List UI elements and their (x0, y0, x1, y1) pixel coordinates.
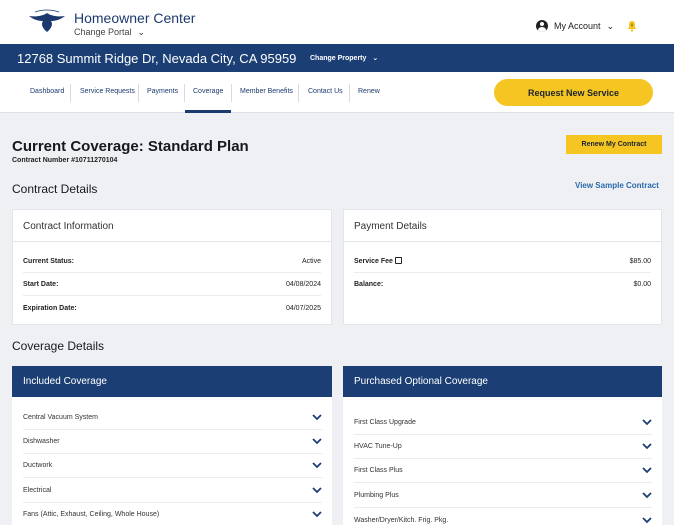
row-value: $85.00 (629, 257, 651, 265)
row-label: Balance: (354, 281, 384, 288)
service-fee-row: Service Fee $85.00 (354, 250, 651, 273)
request-new-service-button[interactable]: Request New Service (494, 79, 653, 106)
notification-bell-icon[interactable] (626, 20, 638, 32)
nav-divider (70, 84, 71, 102)
change-portal-dropdown[interactable]: Change Portal ⌄ (74, 27, 145, 38)
my-account-label: My Account (554, 21, 601, 31)
chevron-down-icon: ⌄ (606, 20, 615, 31)
contract-details-heading: Contract Details (12, 182, 98, 196)
coverage-item[interactable]: Plumbing Plus (354, 484, 652, 508)
coverage-item-label: Washer/Dryer/Kitch. Frig. Pkg. (354, 516, 449, 524)
included-coverage-header: Included Coverage (12, 366, 332, 397)
payment-details-title: Payment Details (344, 210, 661, 242)
chevron-down-icon (312, 414, 322, 421)
contract-information-title: Contract Information (13, 210, 331, 242)
nav-payments[interactable]: Payments (147, 88, 178, 95)
chevron-down-icon (642, 467, 652, 474)
contract-number: Contract Number #10711270104 (12, 157, 118, 164)
contract-information-card: Contract Information Current Status: Act… (12, 209, 332, 325)
chevron-down-icon (642, 443, 652, 450)
contract-status-row: Current Status: Active (23, 250, 321, 273)
coverage-details-heading: Coverage Details (12, 339, 105, 353)
page-title: Current Coverage: Standard Plan (12, 138, 249, 155)
coverage-item[interactable]: Electrical (23, 479, 322, 503)
view-sample-contract-link[interactable]: View Sample Contract (575, 181, 659, 190)
included-coverage-list: Central Vacuum System Dishwasher Ductwor… (12, 397, 332, 525)
nav-dashboard[interactable]: Dashboard (30, 88, 64, 95)
optional-coverage-header: Purchased Optional Coverage (343, 366, 662, 397)
chevron-down-icon (642, 516, 652, 523)
chevron-down-icon (312, 511, 322, 518)
row-label: Expiration Date: (23, 305, 77, 312)
nav-service-requests[interactable]: Service Requests (80, 88, 135, 95)
chevron-down-icon: ⌄ (137, 27, 146, 37)
row-label: Service Fee (354, 258, 393, 265)
coverage-item-label: Electrical (23, 487, 52, 494)
chevron-down-icon: ⌄ (372, 55, 379, 62)
change-portal-label: Change Portal (74, 27, 132, 37)
row-value: $0.00 (633, 281, 651, 288)
my-account-menu[interactable]: My Account ⌄ (536, 20, 614, 32)
active-tab-indicator (185, 110, 231, 113)
row-label: Current Status: (23, 257, 74, 265)
user-icon (536, 20, 548, 32)
address-bar: 12768 Summit Ridge Dr, Nevada City, CA 9… (0, 44, 674, 72)
balance-row: Balance: $0.00 (354, 273, 651, 296)
row-value: Active (301, 257, 321, 265)
coverage-item[interactable]: Washer/Dryer/Kitch. Frig. Pkg. (354, 508, 652, 525)
coverage-item-label: Fans (Attic, Exhaust, Ceiling, Whole Hou… (23, 511, 160, 518)
optional-coverage-list: First Class Upgrade HVAC Tune-Up First C… (343, 397, 662, 525)
coverage-item-label: Plumbing Plus (354, 492, 399, 499)
brand-title: Homeowner Center (74, 10, 196, 26)
payment-details-card: Payment Details Service Fee $85.00 Balan… (343, 209, 662, 325)
chevron-down-icon (642, 492, 652, 499)
start-date-row: Start Date: 04/08/2024 (23, 273, 321, 296)
coverage-item-label: First Class Plus (354, 467, 403, 474)
nav-member-benefits[interactable]: Member Benefits (240, 88, 293, 95)
info-icon[interactable] (394, 257, 402, 264)
coverage-item[interactable]: Central Vacuum System (23, 406, 322, 430)
renew-my-contract-button[interactable]: Renew My Contract (566, 135, 662, 154)
coverage-item[interactable]: Dishwasher (23, 430, 322, 454)
property-address: 12768 Summit Ridge Dr, Nevada City, CA 9… (17, 51, 297, 66)
coverage-item[interactable]: First Class Upgrade (354, 411, 652, 435)
coverage-item[interactable]: HVAC Tune-Up (354, 435, 652, 459)
coverage-item[interactable]: Ductwork (23, 454, 322, 478)
chevron-down-icon (642, 419, 652, 426)
chevron-down-icon (312, 487, 322, 494)
coverage-item-label: First Class Upgrade (354, 419, 416, 426)
coverage-item-label: Dishwasher (23, 438, 60, 445)
nav-coverage[interactable]: Coverage (193, 88, 223, 95)
change-property-dropdown[interactable]: Change Property ⌄ (310, 54, 378, 62)
chevron-down-icon (312, 462, 322, 469)
nav-divider (138, 84, 139, 102)
top-bar: Homeowner Center Change Portal ⌄ My Accou… (0, 0, 674, 44)
row-label: Start Date: (23, 280, 59, 288)
eagle-logo-icon[interactable] (27, 9, 67, 35)
nav-divider (184, 84, 185, 102)
nav-divider (231, 84, 232, 102)
nav-contact-us[interactable]: Contact Us (308, 88, 343, 95)
coverage-item-label: Ductwork (23, 462, 53, 469)
chevron-down-icon (312, 438, 322, 445)
expiration-date-row: Expiration Date: 04/07/2025 (23, 297, 321, 320)
coverage-item-label: Central Vacuum System (23, 414, 98, 421)
nav-divider (349, 84, 350, 102)
coverage-item[interactable]: Fans (Attic, Exhaust, Ceiling, Whole Hou… (23, 503, 322, 525)
nav-divider (298, 84, 299, 102)
coverage-item[interactable]: First Class Plus (354, 459, 652, 483)
change-property-label: Change Property (310, 55, 367, 62)
row-value: 04/07/2025 (285, 305, 321, 312)
nav-renew[interactable]: Renew (358, 88, 380, 95)
coverage-item-label: HVAC Tune-Up (354, 443, 402, 450)
row-value: 04/08/2024 (285, 280, 321, 288)
